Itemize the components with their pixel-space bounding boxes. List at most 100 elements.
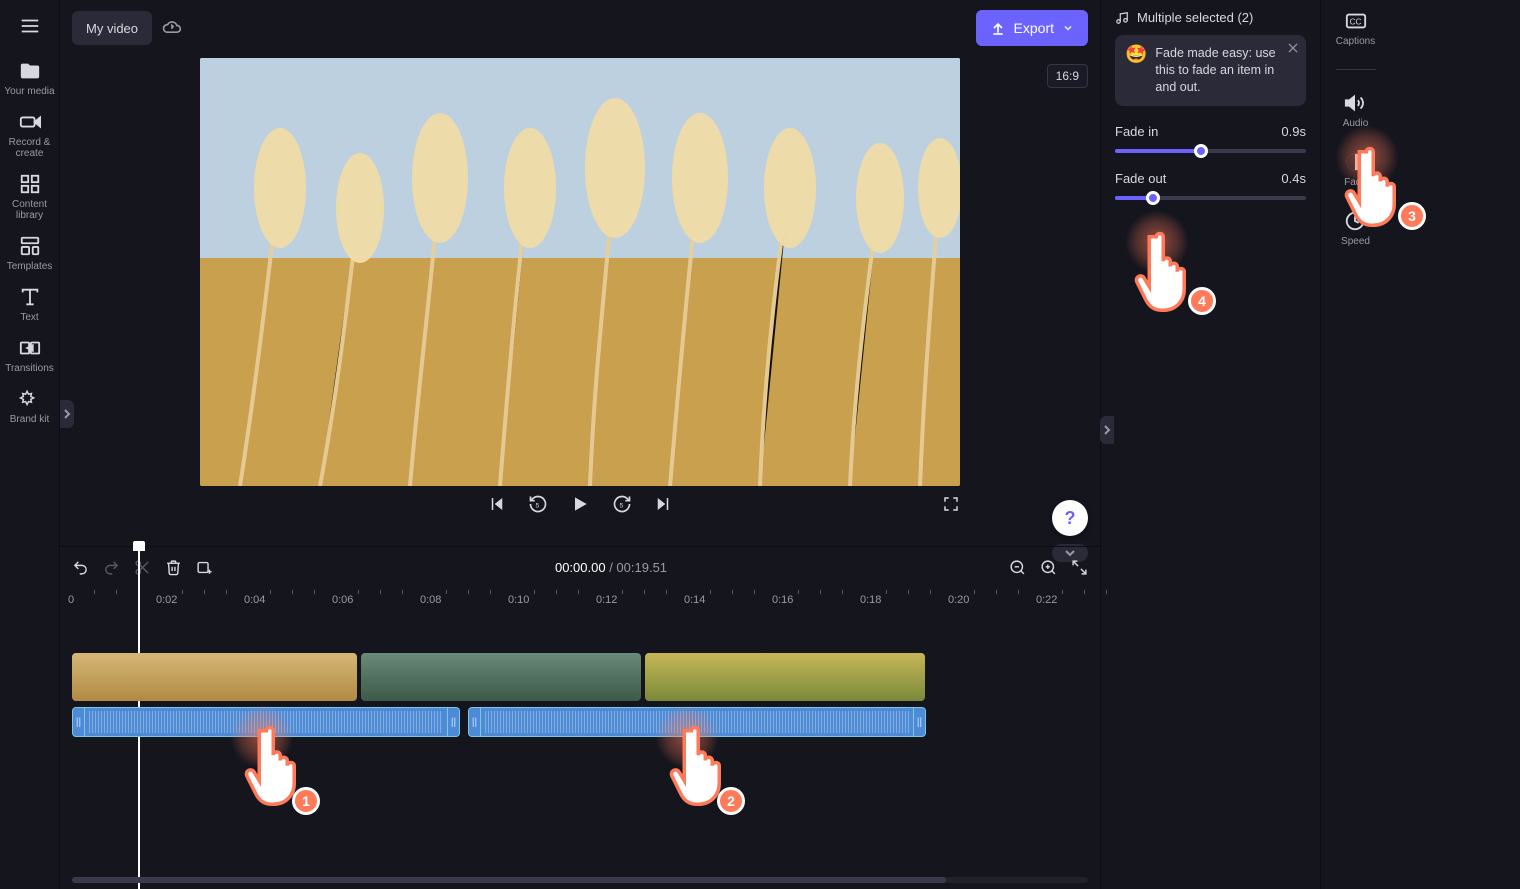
fullscreen-icon[interactable] [942,495,960,513]
play-icon[interactable] [570,494,590,514]
chevron-right-icon [1103,425,1111,435]
fade-in-value: 0.9s [1281,124,1306,139]
preview-area: 16:9 5 5 ? [60,56,1100,546]
menu-icon[interactable] [10,6,50,46]
sidebar-item-text[interactable]: Text [2,286,58,323]
templates-icon [19,235,41,257]
clip-handle-right[interactable]: || [913,708,925,736]
sidebar-label: Content library [2,199,58,221]
folder-icon [19,60,41,82]
tip-emoji-icon: 🤩 [1125,45,1147,96]
top-bar: My video Export [60,0,1100,56]
duration-time: 00:19.51 [616,560,667,575]
svg-text:CC: CC [1349,18,1361,27]
fade-in-slider[interactable] [1115,149,1306,153]
sidebar-label: Text [20,312,38,323]
clip-handle-right[interactable]: || [447,708,459,736]
camera-icon [19,111,41,133]
audio-icon [1344,92,1366,114]
project-title[interactable]: My video [72,11,152,45]
audio-clip[interactable]: || || [468,707,926,737]
speed-icon [1344,210,1366,232]
svg-text:5: 5 [536,502,540,509]
redo-icon[interactable] [103,559,120,576]
sidebar-item-brandkit[interactable]: Brand kit [2,388,58,425]
fade-out-slider[interactable] [1115,196,1306,200]
right-panel-expand-handle[interactable] [1100,416,1114,444]
playback-controls: 5 5 [200,494,960,514]
fade-icon [1344,151,1366,173]
scrollbar-thumb[interactable] [72,877,946,883]
tip-text: Fade made easy: use this to fade an item… [1155,45,1276,96]
project-title-text: My video [86,21,138,36]
tab-captions[interactable]: CC Captions [1336,10,1375,47]
cc-icon: CC [1345,10,1367,32]
trash-icon[interactable] [165,559,182,576]
scissors-icon[interactable] [134,559,151,576]
video-clip[interactable] [645,653,925,701]
timeline-scrollbar[interactable] [72,877,1088,883]
zoom-out-icon[interactable] [1009,559,1026,576]
sidebar-label: Record & create [2,137,58,159]
sidebar-label: Brand kit [10,414,49,425]
aspect-ratio-label: 16:9 [1056,69,1079,83]
fade-in-control: Fade in 0.9s [1115,124,1306,153]
video-track[interactable] [72,653,1088,701]
video-preview[interactable] [200,58,960,486]
transitions-icon [19,337,41,359]
clip-handle-left[interactable]: || [469,708,481,736]
divider [1336,69,1376,70]
tab-label: Audio [1343,118,1369,129]
timeline-tracks: || || || || [72,653,1088,737]
timeline-ruler[interactable]: 00:020:040:060:080:100:120:140:160:180:2… [72,587,1088,613]
sidebar-item-record[interactable]: Record & create [2,111,58,159]
close-icon[interactable] [1286,41,1300,55]
fade-out-value: 0.4s [1281,171,1306,186]
sidebar-label: Your media [4,86,54,97]
sidebar-label: Templates [7,261,53,272]
help-button[interactable]: ? [1052,500,1088,536]
clip-handle-left[interactable]: || [73,708,85,736]
sidebar-item-media[interactable]: Your media [2,60,58,97]
undo-icon[interactable] [72,559,89,576]
zoom-fit-icon[interactable] [1071,559,1088,576]
music-icon [1115,11,1129,25]
properties-panel: Multiple selected (2) 🤩 Fade made easy: … [1100,0,1320,889]
aspect-ratio-selector[interactable]: 16:9 [1047,64,1088,88]
audio-clip[interactable]: || || [72,707,460,737]
forward-5s-icon[interactable]: 5 [612,494,632,514]
tab-fade[interactable]: Fade [1344,151,1367,188]
fade-out-label: Fade out [1115,171,1166,186]
rewind-5s-icon[interactable]: 5 [528,494,548,514]
sidebar-item-library[interactable]: Content library [2,173,58,221]
tab-label: Fade [1344,177,1367,188]
brandkit-icon [19,388,41,410]
skip-back-icon[interactable] [488,495,506,513]
timecode: 00:00.00 / 00:19.51 [555,560,667,575]
export-button[interactable]: Export [976,10,1088,46]
fade-out-control: Fade out 0.4s [1115,171,1306,200]
upload-icon [990,20,1006,36]
chevron-down-icon [1062,22,1074,34]
sidebar-item-templates[interactable]: Templates [2,235,58,272]
audio-track[interactable]: || || || || [72,707,1088,737]
svg-text:5: 5 [620,502,624,509]
current-time: 00:00.00 [555,560,606,575]
video-clip[interactable] [361,653,641,701]
export-label: Export [1014,20,1054,36]
left-sidebar: Your media Record & create Content libra… [0,0,60,889]
preview-thumbnail [200,58,960,486]
video-clip[interactable] [72,653,357,701]
tab-speed[interactable]: Speed [1341,210,1370,247]
sidebar-item-transitions[interactable]: Transitions [2,337,58,374]
tab-label: Captions [1336,36,1375,47]
timeline-toolbar: 00:00.00 / 00:19.51 [60,547,1100,587]
properties-header: Multiple selected (2) [1115,10,1306,25]
cloud-sync-icon[interactable] [162,18,182,38]
skip-forward-icon[interactable] [654,495,672,513]
add-media-icon[interactable] [196,559,213,576]
zoom-in-icon[interactable] [1040,559,1057,576]
tab-audio[interactable]: Audio [1343,92,1369,129]
library-icon [19,173,41,195]
timeline-area: 00:00.00 / 00:19.51 00:020:040:060:080:1… [60,546,1100,889]
